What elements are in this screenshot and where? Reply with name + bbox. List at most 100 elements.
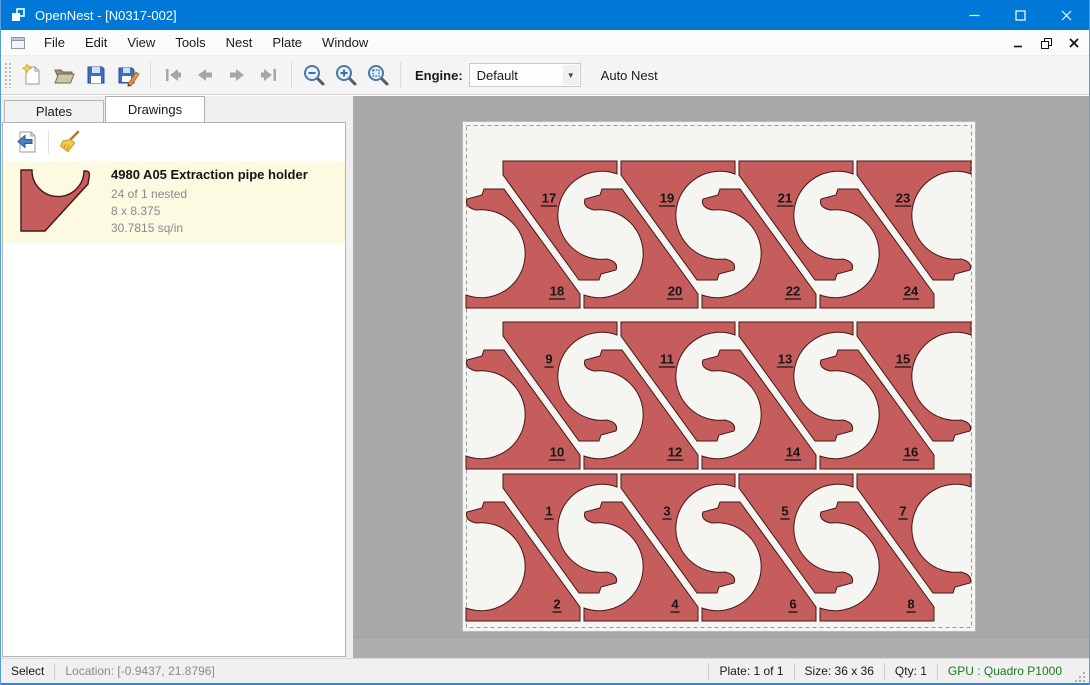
part-number-label: 3 bbox=[663, 504, 670, 519]
part-number-label: 23 bbox=[896, 191, 910, 206]
next-plate-button[interactable] bbox=[221, 59, 253, 91]
part-number-label: 24 bbox=[904, 284, 919, 299]
menu-nest[interactable]: Nest bbox=[216, 31, 263, 54]
menu-edit[interactable]: Edit bbox=[75, 31, 117, 54]
resize-grip-icon[interactable] bbox=[1074, 671, 1086, 683]
window-minimize-button[interactable] bbox=[951, 0, 997, 30]
title-bar: OpenNest - [N0317-002] bbox=[1, 0, 1089, 30]
part-number-label: 6 bbox=[789, 597, 796, 612]
nest-canvas[interactable]: 171819202122232491011121314151612345678 bbox=[353, 96, 1089, 658]
go-first-arrow-icon bbox=[161, 63, 185, 87]
part-number-label: 22 bbox=[786, 284, 800, 299]
mdi-minimize-icon bbox=[1013, 38, 1023, 48]
drawings-toolbar bbox=[3, 123, 345, 161]
toolbar-separator bbox=[400, 62, 401, 88]
mdi-minimize-button[interactable] bbox=[1009, 34, 1027, 52]
window-maximize-button[interactable] bbox=[997, 0, 1043, 30]
status-gpu: GPU : Quadro P1000 bbox=[938, 659, 1072, 683]
drawing-nested-count: 24 of 1 nested bbox=[111, 186, 308, 203]
zoom-out-button[interactable] bbox=[298, 59, 330, 91]
menu-tools[interactable]: Tools bbox=[165, 31, 215, 54]
part-number-label: 8 bbox=[907, 597, 914, 612]
save-edit-button[interactable] bbox=[112, 59, 144, 91]
menu-file[interactable]: File bbox=[34, 31, 75, 54]
last-plate-button[interactable] bbox=[253, 59, 285, 91]
part-number-label: 13 bbox=[778, 352, 792, 367]
document-back-arrow-icon bbox=[14, 129, 40, 155]
plate-view[interactable]: 171819202122232491011121314151612345678 bbox=[462, 121, 976, 632]
tab-plates[interactable]: Plates bbox=[4, 100, 104, 122]
status-size: Size: 36 x 36 bbox=[795, 659, 884, 683]
panel-tabstrip: Plates Drawings bbox=[1, 96, 353, 122]
menu-plate[interactable]: Plate bbox=[262, 31, 312, 54]
status-location: Location: [-0.9437, 21.8796] bbox=[55, 664, 224, 678]
part-number-label: 20 bbox=[668, 284, 682, 299]
part-number-label: 5 bbox=[781, 504, 788, 519]
drawing-list-item[interactable]: 4980 A05 Extraction pipe holder 24 of 1 … bbox=[3, 161, 345, 243]
part-number-label: 14 bbox=[786, 445, 801, 460]
mdi-close-icon bbox=[1069, 38, 1079, 48]
part-number-label: 12 bbox=[668, 445, 682, 460]
part-number-label: 7 bbox=[899, 504, 906, 519]
app-logo-icon bbox=[10, 7, 26, 23]
part-number-label: 21 bbox=[778, 191, 792, 206]
mdi-close-button[interactable] bbox=[1065, 34, 1083, 52]
save-floppy-icon bbox=[84, 63, 108, 87]
tab-drawings[interactable]: Drawings bbox=[105, 96, 205, 122]
drawings-tab-page: 4980 A05 Extraction pipe holder 24 of 1 … bbox=[2, 122, 346, 657]
mdi-restore-button[interactable] bbox=[1037, 34, 1055, 52]
engine-label: Engine: bbox=[415, 68, 463, 83]
close-icon bbox=[1061, 10, 1072, 21]
toolbar-separator bbox=[150, 62, 151, 88]
maximize-icon bbox=[1015, 10, 1026, 21]
save-edit-floppy-icon bbox=[116, 63, 140, 87]
open-button[interactable] bbox=[48, 59, 80, 91]
engine-select[interactable]: Default ▼ bbox=[469, 63, 581, 87]
first-plate-button[interactable] bbox=[157, 59, 189, 91]
go-next-arrow-icon bbox=[225, 63, 249, 87]
window-close-button[interactable] bbox=[1043, 0, 1089, 30]
drawing-title: 4980 A05 Extraction pipe holder bbox=[111, 167, 308, 182]
zoom-in-button[interactable] bbox=[330, 59, 362, 91]
main-toolbar: Engine: Default ▼ Auto Nest bbox=[1, 56, 1089, 95]
status-bar: Select Location: [-0.9437, 21.8796] Plat… bbox=[1, 658, 1089, 683]
new-button[interactable] bbox=[16, 59, 48, 91]
auto-nest-button[interactable]: Auto Nest bbox=[593, 63, 666, 88]
clear-drawings-button[interactable] bbox=[54, 127, 86, 157]
toolbar-separator bbox=[48, 130, 49, 154]
save-button[interactable] bbox=[80, 59, 112, 91]
part-number-label: 9 bbox=[545, 352, 552, 367]
status-plate: Plate: 1 of 1 bbox=[709, 659, 793, 683]
canvas-scroll-strip bbox=[353, 637, 1089, 658]
zoom-out-icon bbox=[302, 63, 326, 87]
zoom-in-icon bbox=[334, 63, 358, 87]
part-number-label: 18 bbox=[550, 284, 564, 299]
previous-plate-button[interactable] bbox=[189, 59, 221, 91]
part-number-label: 2 bbox=[553, 597, 560, 612]
menu-window[interactable]: Window bbox=[312, 31, 378, 54]
chevron-down-icon[interactable]: ▼ bbox=[563, 65, 579, 85]
menu-view[interactable]: View bbox=[117, 31, 165, 54]
engine-selected-value: Default bbox=[477, 68, 518, 83]
part-number-label: 16 bbox=[904, 445, 918, 460]
go-previous-arrow-icon bbox=[193, 63, 217, 87]
part-number-label: 15 bbox=[896, 352, 910, 367]
new-document-icon bbox=[20, 63, 44, 87]
zoom-fit-icon bbox=[366, 63, 390, 87]
toolbar-separator bbox=[291, 62, 292, 88]
part-number-label: 19 bbox=[660, 191, 674, 206]
part-number-label: 10 bbox=[550, 445, 564, 460]
window-title: OpenNest - [N0317-002] bbox=[35, 8, 177, 23]
return-drawing-button[interactable] bbox=[11, 127, 43, 157]
part-thumbnail bbox=[17, 167, 95, 237]
mdi-document-icon bbox=[10, 35, 26, 51]
minimize-icon bbox=[969, 10, 980, 21]
zoom-fit-button[interactable] bbox=[362, 59, 394, 91]
drawing-dimensions: 8 x 8.375 bbox=[111, 203, 308, 220]
part-number-label: 17 bbox=[542, 191, 556, 206]
mdi-restore-icon bbox=[1041, 38, 1052, 49]
toolbar-grip[interactable] bbox=[4, 62, 12, 88]
open-folder-icon bbox=[52, 63, 76, 87]
part-number-label: 1 bbox=[545, 504, 552, 519]
go-last-arrow-icon bbox=[257, 63, 281, 87]
